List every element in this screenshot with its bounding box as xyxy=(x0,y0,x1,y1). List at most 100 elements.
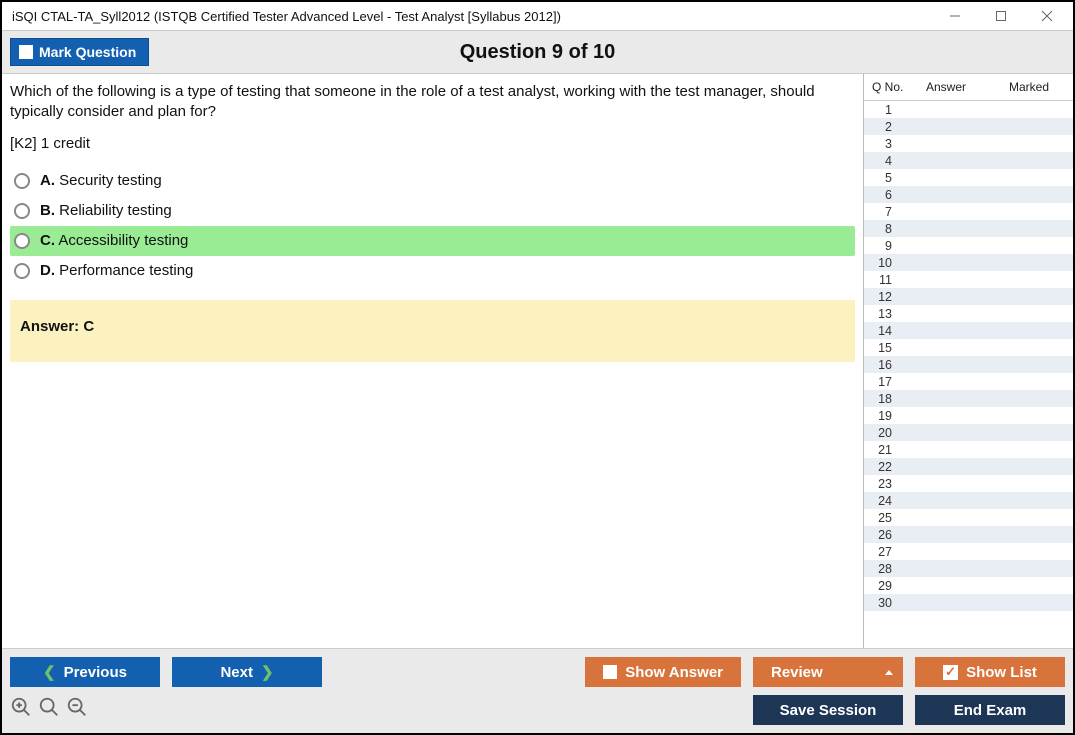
list-row-qno: 27 xyxy=(864,545,914,559)
show-list-label: Show List xyxy=(966,664,1037,681)
list-row-qno: 3 xyxy=(864,137,914,151)
choice-a[interactable]: A. Security testing xyxy=(10,166,855,196)
list-row-qno: 29 xyxy=(864,579,914,593)
choice-c[interactable]: C. Accessibility testing xyxy=(10,226,855,256)
list-row[interactable]: 15 xyxy=(864,339,1073,356)
radio-icon xyxy=(14,233,30,249)
list-row[interactable]: 22 xyxy=(864,458,1073,475)
list-row[interactable]: 2 xyxy=(864,118,1073,135)
radio-icon xyxy=(14,173,30,189)
list-row-qno: 19 xyxy=(864,409,914,423)
save-session-label: Save Session xyxy=(780,702,877,719)
mark-question-button[interactable]: Mark Question xyxy=(10,38,149,66)
list-row-qno: 9 xyxy=(864,239,914,253)
list-row-qno: 1 xyxy=(864,103,914,117)
choice-label: B. Reliability testing xyxy=(40,202,172,219)
list-row[interactable]: 30 xyxy=(864,594,1073,611)
list-row[interactable]: 9 xyxy=(864,237,1073,254)
answer-box: Answer: C xyxy=(10,300,855,362)
list-row[interactable]: 20 xyxy=(864,424,1073,441)
list-header: Q No. Answer Marked xyxy=(864,74,1073,101)
list-row[interactable]: 16 xyxy=(864,356,1073,373)
previous-button[interactable]: ❮ Previous xyxy=(10,657,160,687)
list-row-qno: 18 xyxy=(864,392,914,406)
list-row-qno: 30 xyxy=(864,596,914,610)
choice-d[interactable]: D. Performance testing xyxy=(10,256,855,286)
review-button[interactable]: Review xyxy=(753,657,903,687)
list-row[interactable]: 4 xyxy=(864,152,1073,169)
list-row[interactable]: 13 xyxy=(864,305,1073,322)
list-row[interactable]: 6 xyxy=(864,186,1073,203)
previous-label: Previous xyxy=(64,664,127,681)
list-row[interactable]: 5 xyxy=(864,169,1073,186)
list-row[interactable]: 26 xyxy=(864,526,1073,543)
list-row-qno: 10 xyxy=(864,256,914,270)
show-list-button[interactable]: ✓ Show List xyxy=(915,657,1065,687)
list-row-qno: 16 xyxy=(864,358,914,372)
list-row-qno: 28 xyxy=(864,562,914,576)
list-row-qno: 13 xyxy=(864,307,914,321)
question-list-body[interactable]: 1234567891011121314151617181920212223242… xyxy=(864,101,1073,648)
title-bar: iSQI CTAL-TA_Syll2012 (ISTQB Certified T… xyxy=(2,2,1073,30)
choice-label: C. Accessibility testing xyxy=(40,232,188,249)
list-row[interactable]: 7 xyxy=(864,203,1073,220)
zoom-out-icon[interactable] xyxy=(66,696,88,724)
list-row[interactable]: 24 xyxy=(864,492,1073,509)
choices-list: A. Security testing B. Reliability testin… xyxy=(10,166,855,286)
maximize-button[interactable] xyxy=(983,5,1019,27)
chevron-right-icon: ❯ xyxy=(261,663,274,681)
zoom-in-icon[interactable] xyxy=(10,696,32,724)
list-row-qno: 20 xyxy=(864,426,914,440)
list-row-qno: 8 xyxy=(864,222,914,236)
save-session-button[interactable]: Save Session xyxy=(753,695,903,725)
list-row[interactable]: 25 xyxy=(864,509,1073,526)
list-header-qno: Q No. xyxy=(868,80,918,94)
mark-checkbox-icon xyxy=(19,45,33,59)
list-row[interactable]: 17 xyxy=(864,373,1073,390)
app-window: iSQI CTAL-TA_Syll2012 (ISTQB Certified T… xyxy=(0,0,1075,735)
list-row[interactable]: 28 xyxy=(864,560,1073,577)
list-row-qno: 12 xyxy=(864,290,914,304)
list-row-qno: 5 xyxy=(864,171,914,185)
close-button[interactable] xyxy=(1029,5,1065,27)
list-row[interactable]: 12 xyxy=(864,288,1073,305)
zoom-reset-icon[interactable] xyxy=(38,696,60,724)
choice-b[interactable]: B. Reliability testing xyxy=(10,196,855,226)
list-row-qno: 7 xyxy=(864,205,914,219)
review-label: Review xyxy=(771,664,823,681)
answer-label: Answer: C xyxy=(20,318,94,335)
question-list-panel: Q No. Answer Marked 12345678910111213141… xyxy=(863,74,1073,648)
list-row[interactable]: 8 xyxy=(864,220,1073,237)
mark-question-label: Mark Question xyxy=(39,44,136,60)
list-row[interactable]: 18 xyxy=(864,390,1073,407)
list-row-qno: 11 xyxy=(864,273,914,287)
list-row-qno: 23 xyxy=(864,477,914,491)
choice-label: D. Performance testing xyxy=(40,262,193,279)
list-row-qno: 22 xyxy=(864,460,914,474)
list-row-qno: 25 xyxy=(864,511,914,525)
next-button[interactable]: Next ❯ xyxy=(172,657,322,687)
list-row[interactable]: 14 xyxy=(864,322,1073,339)
list-header-answer: Answer xyxy=(918,80,1009,94)
list-row[interactable]: 29 xyxy=(864,577,1073,594)
list-row[interactable]: 1 xyxy=(864,101,1073,118)
zoom-controls xyxy=(10,696,88,724)
end-exam-button[interactable]: End Exam xyxy=(915,695,1065,725)
show-answer-button[interactable]: Show Answer xyxy=(585,657,741,687)
show-answer-label: Show Answer xyxy=(625,664,723,681)
list-row[interactable]: 27 xyxy=(864,543,1073,560)
show-list-checkbox-icon: ✓ xyxy=(943,665,958,680)
window-title: iSQI CTAL-TA_Syll2012 (ISTQB Certified T… xyxy=(12,9,937,24)
list-row[interactable]: 11 xyxy=(864,271,1073,288)
question-panel: Which of the following is a type of test… xyxy=(2,74,863,648)
list-row[interactable]: 19 xyxy=(864,407,1073,424)
list-row[interactable]: 3 xyxy=(864,135,1073,152)
list-row-qno: 24 xyxy=(864,494,914,508)
chevron-left-icon: ❮ xyxy=(43,663,56,681)
list-row[interactable]: 21 xyxy=(864,441,1073,458)
next-label: Next xyxy=(220,664,253,681)
list-row[interactable]: 23 xyxy=(864,475,1073,492)
minimize-button[interactable] xyxy=(937,5,973,27)
main-area: Which of the following is a type of test… xyxy=(2,74,1073,648)
list-row[interactable]: 10 xyxy=(864,254,1073,271)
